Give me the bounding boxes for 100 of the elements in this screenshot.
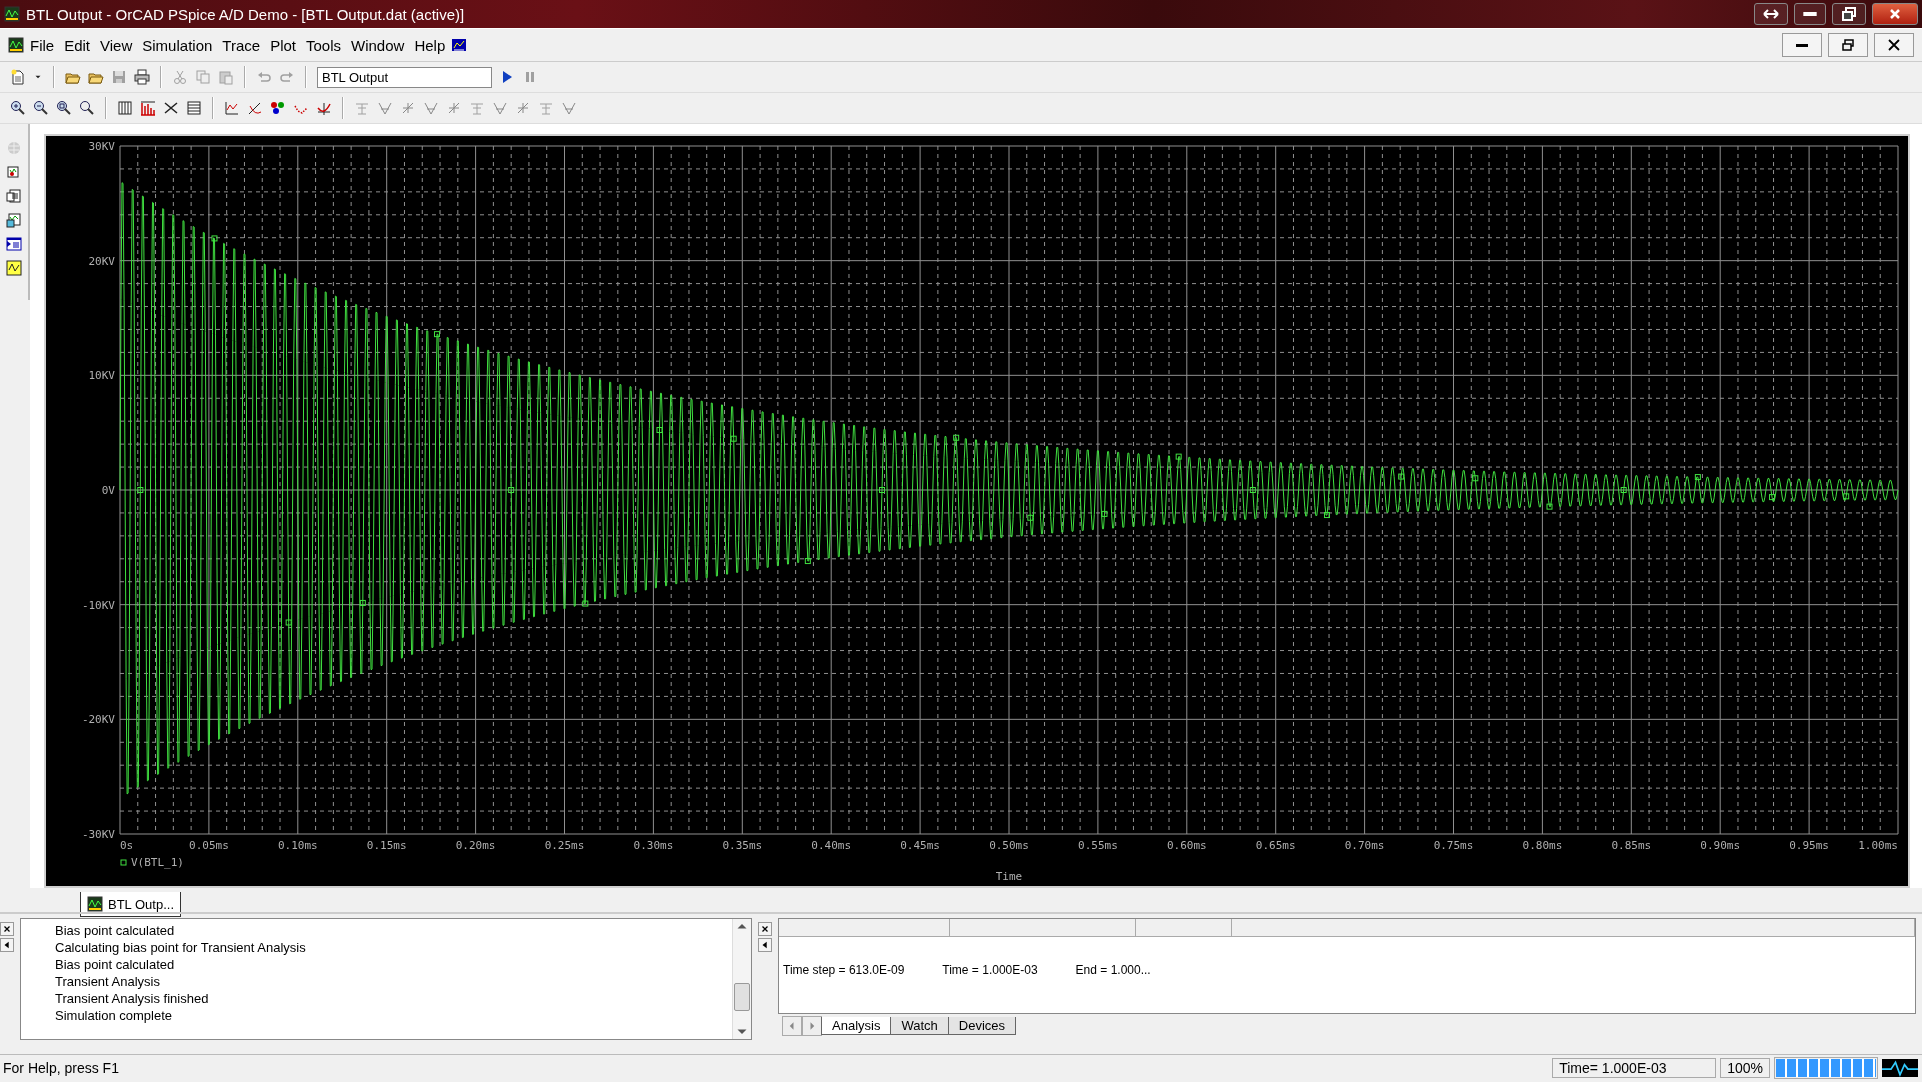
menu-item[interactable]: Edit	[60, 33, 95, 57]
waveform-icon	[1882, 1059, 1918, 1077]
print-icon[interactable]	[134, 69, 150, 85]
menu-item[interactable]: Tools	[302, 33, 345, 57]
zoom-out-icon[interactable]	[33, 100, 49, 116]
log-line: Transient Analysis finished	[55, 990, 210, 1007]
x-axis-title: Time	[995, 870, 1023, 883]
next-tab-button[interactable]	[802, 1016, 822, 1036]
left-arrow-icon	[760, 940, 770, 950]
resize-button[interactable]	[1754, 3, 1788, 25]
x-axis-label: 0.45ms	[900, 839, 940, 852]
menu-item[interactable]: Trace	[218, 33, 265, 57]
cursor-tool-icon[interactable]	[492, 100, 508, 116]
close-icon	[760, 924, 770, 934]
restore-button[interactable]	[1828, 33, 1868, 57]
cursor-icon[interactable]	[316, 100, 332, 116]
x-axis-label: 0.60ms	[1166, 839, 1207, 852]
x-axis-label: 0.30ms	[633, 839, 674, 852]
minimize-icon	[1796, 43, 1808, 47]
x-axis-label: 0.10ms	[277, 839, 318, 852]
panel-tab[interactable]: Analysis	[821, 1017, 892, 1035]
legend-marker	[120, 859, 127, 866]
window-title: BTL Output - OrCAD PSpice A/D Demo - [BTL Output.dat (active)]	[26, 5, 466, 23]
legend-label[interactable]: V(BTL_1)	[131, 856, 184, 869]
x-axis-label: 0s	[120, 839, 134, 852]
window-arrange-icon[interactable]	[451, 37, 468, 53]
help-text: For Help, press F1	[2, 1060, 120, 1076]
panel-tab[interactable]: Devices	[947, 1017, 1017, 1035]
restore-icon	[1840, 37, 1856, 53]
percent-readout: 100%	[1720, 1058, 1770, 1078]
waveform-icon	[87, 896, 103, 912]
y-axis-label: 30KV	[88, 140, 115, 153]
chart-icon[interactable]	[6, 260, 22, 276]
menu-item[interactable]: View	[96, 33, 137, 57]
zoom-icon[interactable]	[79, 100, 95, 116]
close-button[interactable]	[758, 922, 772, 936]
cursor-tool-icon[interactable]	[515, 100, 531, 116]
log-line: Bias point calculated	[55, 922, 176, 939]
menu-item[interactable]: Simulation	[138, 33, 217, 57]
panel-tab[interactable]: Watch	[890, 1017, 949, 1035]
plot-tab[interactable]: BTL Outp...	[80, 892, 181, 917]
log-line: Bias point calculated	[55, 956, 176, 973]
x-axis-label: 0.95ms	[1789, 839, 1829, 852]
menu-item[interactable]: Window	[347, 33, 409, 57]
close-icon	[2, 924, 12, 934]
axis-icon[interactable]	[247, 100, 263, 116]
close-icon	[1886, 37, 1902, 53]
zoom-in-icon[interactable]	[10, 100, 26, 116]
simulation-profile-field[interactable]: BTL Output	[317, 66, 492, 88]
y-axis-label: 10KV	[88, 369, 115, 383]
log-line: Calculating bias point for Transient Analysis	[55, 939, 307, 956]
x-axis-label: 0.70ms	[1344, 839, 1385, 852]
color-dots-icon[interactable]	[270, 100, 286, 116]
collapse-button[interactable]	[0, 938, 14, 952]
cursor-tool-icon[interactable]	[400, 100, 416, 116]
x-axis-label: 0.35ms	[722, 839, 763, 852]
menu-item[interactable]: Plot	[266, 33, 300, 57]
cursor-tool-icon[interactable]	[377, 100, 393, 116]
restore-icon	[1841, 6, 1857, 22]
new-document-icon[interactable]	[10, 69, 26, 85]
x-axis-label: 0.25ms	[544, 839, 585, 852]
y-axis-label: -20KV	[81, 713, 115, 727]
collapse-button[interactable]	[758, 938, 772, 952]
fft-icon[interactable]	[140, 100, 156, 116]
columns-icon[interactable]	[117, 100, 133, 116]
close-button[interactable]	[1872, 3, 1918, 25]
x-axis-label: 0.40ms	[811, 839, 852, 852]
y-axis-label: -10KV	[81, 598, 115, 612]
x-axis-label: 0.65ms	[1255, 839, 1296, 852]
chart-icon[interactable]	[224, 100, 240, 116]
table-icon[interactable]	[186, 100, 202, 116]
x-axis-label: 1.00ms	[1858, 839, 1898, 852]
x-axis-label: 0.50ms	[989, 839, 1029, 852]
output-window-icon[interactable]	[6, 236, 22, 252]
x-axis-label: 0.90ms	[1700, 839, 1741, 852]
menu-item[interactable]: Help	[410, 33, 450, 57]
scrollbar-thumb[interactable]	[734, 983, 750, 1011]
x-axis-label: 0.85ms	[1611, 839, 1652, 852]
minimize-icon	[1803, 12, 1817, 16]
cursor-tool-icon[interactable]	[423, 100, 439, 116]
maximize-button[interactable]	[1832, 3, 1866, 25]
minimize-button[interactable]	[1782, 33, 1822, 57]
menu-item[interactable]: File	[26, 33, 59, 57]
status-field: Time step = 613.0E-09	[783, 963, 905, 977]
zoom-area-icon[interactable]	[56, 100, 72, 116]
left-arrow-icon	[2, 940, 12, 950]
close-button[interactable]	[0, 922, 14, 936]
time-readout: Time= 1.000E-03	[1552, 1058, 1717, 1078]
x-axis-label: 0.75ms	[1433, 839, 1474, 852]
status-field: Time = 1.000E-03	[942, 963, 1038, 977]
log-line: Simulation complete	[55, 1007, 174, 1024]
close-button[interactable]	[1874, 33, 1914, 57]
cursor-tool-icon[interactable]	[561, 100, 577, 116]
cursor-tool-icon[interactable]	[446, 100, 462, 116]
waveform-document-icon[interactable]	[6, 164, 22, 180]
status-field: End = 1.000...	[1075, 963, 1151, 977]
schematic-icon[interactable]	[6, 212, 22, 228]
y-axis-label: 0V	[101, 484, 115, 497]
x-axis-label: 0.55ms	[1078, 839, 1118, 852]
minimize-button[interactable]	[1794, 3, 1826, 25]
